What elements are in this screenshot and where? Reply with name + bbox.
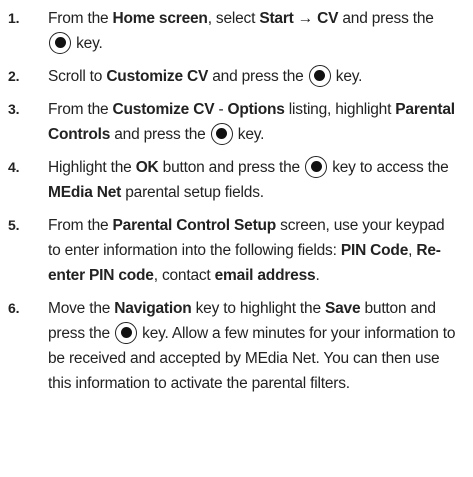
ui-term: OK xyxy=(135,159,159,176)
step-item: 1. From the Home screen, select Start → C… xyxy=(6,6,461,56)
step-item: 4. Highlight the OK button and press the … xyxy=(6,155,461,205)
select-key-icon xyxy=(49,31,71,54)
step-number: 4. xyxy=(8,159,20,175)
instructions-page: 1. From the Home screen, select Start → C… xyxy=(0,0,473,477)
step-text: From the Home screen, select Start → CV … xyxy=(48,10,434,54)
step-item: 5. From the Parental Control Setup screen… xyxy=(6,213,461,288)
ui-term: MEdia Net xyxy=(48,184,122,201)
ui-term: Customize CV xyxy=(106,68,209,85)
step-item: 3. From the Customize CV - Options listin… xyxy=(6,97,461,147)
step-item: 2. Scroll to Customize CV and press the k… xyxy=(6,64,461,89)
step-text: Scroll to Customize CV and press the key… xyxy=(48,64,362,87)
ui-term: Options xyxy=(227,101,285,118)
ui-term: Parental Control Setup xyxy=(112,217,277,234)
select-key-icon xyxy=(305,155,328,178)
step-text: From the Parental Control Setup screen, … xyxy=(48,217,445,284)
ui-term: Save xyxy=(324,300,361,317)
ui-term: PIN Code xyxy=(340,242,409,259)
ui-term: email address xyxy=(214,267,316,284)
step-number: 6. xyxy=(8,300,20,316)
ui-term: Customize CV xyxy=(112,101,215,118)
select-key-icon xyxy=(115,321,138,344)
step-text: Move the Navigation key to highlight the… xyxy=(48,300,456,392)
step-number: 5. xyxy=(8,217,20,233)
step-number: 2. xyxy=(8,68,20,84)
step-item: 6. Move the Navigation key to highlight t… xyxy=(6,296,461,396)
step-text: From the Customize CV - Options listing,… xyxy=(48,101,455,145)
step-number: 1. xyxy=(8,10,20,26)
ui-term: Navigation xyxy=(114,300,192,317)
select-key-icon xyxy=(210,122,233,145)
select-key-icon xyxy=(308,64,331,87)
step-number: 3. xyxy=(8,101,20,117)
ui-term: Home screen xyxy=(112,10,208,27)
steps-list: 1. From the Home screen, select Start → C… xyxy=(6,6,461,396)
ui-term: Start → CV xyxy=(259,10,339,27)
step-text: Highlight the OK button and press the ke… xyxy=(48,155,449,201)
